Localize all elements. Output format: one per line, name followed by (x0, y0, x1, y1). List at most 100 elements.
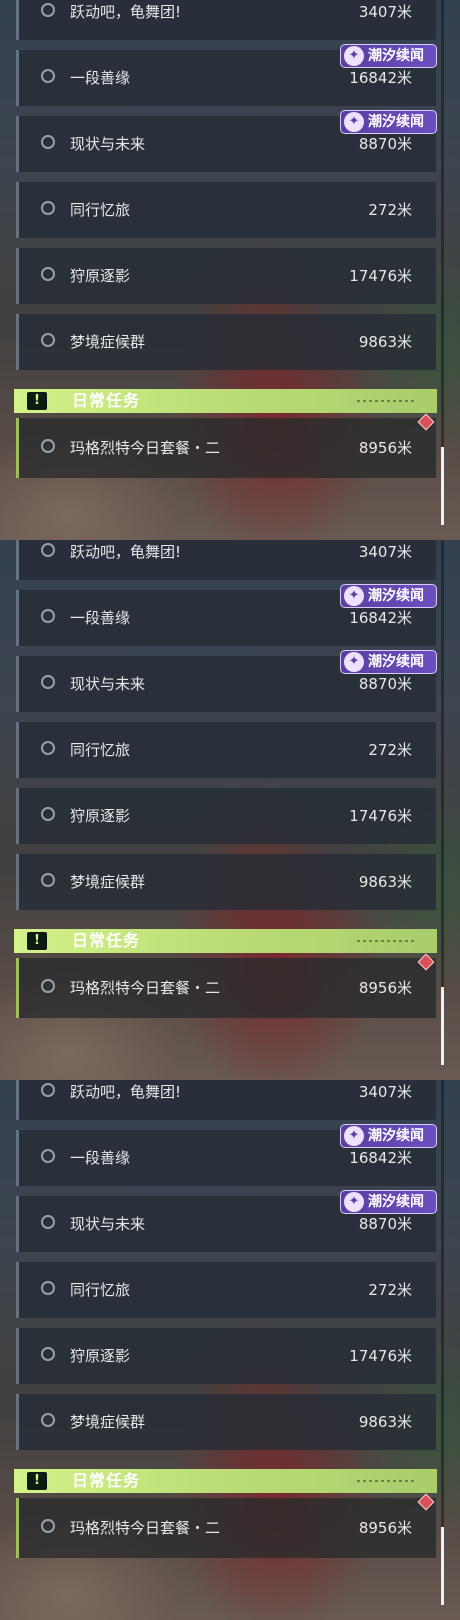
quest-radio-icon[interactable] (41, 609, 55, 623)
quest-radio-icon[interactable] (41, 1281, 55, 1295)
badge-label: 潮汐续闻 (368, 1128, 424, 1144)
scrollbar-track[interactable] (441, 1080, 444, 1604)
daily-quests-title: 日常任务 (72, 1471, 141, 1490)
quest-radio-icon[interactable] (41, 675, 55, 689)
daily-quests-title: 日常任务 (72, 391, 141, 410)
quest-radio-icon[interactable] (41, 135, 55, 149)
quest-row[interactable]: 跃动吧，龟舞团! 3407米 (16, 0, 436, 40)
quest-radio-icon[interactable] (41, 3, 55, 17)
quest-name: 现状与未来 (70, 675, 146, 693)
quest-name: 狩原逐影 (70, 267, 131, 285)
quest-radio-icon[interactable] (41, 979, 55, 993)
quest-radio-icon[interactable] (41, 873, 55, 887)
quest-distance: 9863米 (358, 873, 412, 891)
quest-distance: 3407米 (358, 1083, 412, 1101)
tide-chapter-badge: ✦ 潮汐续闻 (340, 1124, 437, 1148)
quest-radio-icon[interactable] (41, 1083, 55, 1097)
badge-label: 潮汐续闻 (368, 48, 424, 64)
quest-row[interactable]: 跃动吧，龟舞团! 3407米 (16, 540, 436, 580)
quest-distance: 9863米 (358, 1413, 412, 1431)
quest-distance: 272米 (368, 201, 412, 219)
quest-name: 跃动吧，龟舞团! (70, 1083, 182, 1101)
quest-radio-icon[interactable] (41, 543, 55, 557)
tide-swirl-icon: ✦ (344, 1192, 364, 1212)
quest-name: 狩原逐影 (70, 807, 131, 825)
scrollbar-thumb[interactable] (441, 1527, 444, 1605)
quest-name: 一段善缘 (70, 1149, 131, 1167)
header-decoration (357, 400, 417, 402)
quest-tracker-panel-2: 跃动吧，龟舞团! 3407米 一段善缘 16842米 现状与未来 8870米 同… (0, 540, 460, 1080)
tide-swirl-icon: ✦ (344, 586, 364, 606)
quest-radio-icon[interactable] (41, 201, 55, 215)
quest-row[interactable]: 梦境症候群 9863米 (16, 1394, 436, 1450)
tide-chapter-badge: ✦ 潮汐续闻 (340, 584, 437, 608)
quest-name: 玛格烈特今日套餐・二 (70, 439, 221, 457)
tide-chapter-badge: ✦ 潮汐续闻 (340, 44, 437, 68)
tide-swirl-icon: ✦ (344, 46, 364, 66)
scrollbar-track[interactable] (441, 0, 444, 524)
quest-radio-icon[interactable] (41, 807, 55, 821)
quest-name: 跃动吧，龟舞团! (70, 3, 182, 21)
quest-name: 一段善缘 (70, 69, 131, 87)
quest-name: 现状与未来 (70, 1215, 146, 1233)
quest-distance: 17476米 (349, 807, 412, 825)
daily-quest-row[interactable]: 玛格烈特今日套餐・二 8956米 (16, 418, 436, 478)
scrollbar-track[interactable] (441, 540, 444, 1064)
tide-swirl-icon: ✦ (344, 112, 364, 132)
quest-name: 玛格烈特今日套餐・二 (70, 979, 221, 997)
quest-radio-icon[interactable] (41, 1519, 55, 1533)
quest-row[interactable]: 梦境症候群 9863米 (16, 314, 436, 370)
daily-quest-row[interactable]: 玛格烈特今日套餐・二 8956米 (16, 958, 436, 1018)
quest-row[interactable]: 同行忆旅 272米 (16, 182, 436, 238)
badge-label: 潮汐续闻 (368, 588, 424, 604)
quest-distance: 3407米 (358, 3, 412, 21)
alert-icon: ! (27, 1472, 47, 1490)
quest-name: 狩原逐影 (70, 1347, 131, 1365)
quest-radio-icon[interactable] (41, 1413, 55, 1427)
quest-distance: 8956米 (358, 979, 412, 997)
quest-radio-icon[interactable] (41, 1215, 55, 1229)
alert-icon: ! (27, 392, 47, 410)
header-decoration (357, 940, 417, 942)
tide-swirl-icon: ✦ (344, 652, 364, 672)
quest-radio-icon[interactable] (41, 741, 55, 755)
quest-distance: 9863米 (358, 333, 412, 351)
tide-swirl-icon: ✦ (344, 1126, 364, 1146)
daily-quests-header: ! 日常任务 (14, 929, 437, 953)
tide-chapter-badge: ✦ 潮汐续闻 (340, 650, 437, 674)
quest-radio-icon[interactable] (41, 69, 55, 83)
daily-quests-header: ! 日常任务 (14, 389, 437, 413)
quest-distance: 17476米 (349, 1347, 412, 1365)
quest-distance: 272米 (368, 741, 412, 759)
quest-radio-icon[interactable] (41, 439, 55, 453)
quest-name: 同行忆旅 (70, 1281, 131, 1299)
quest-distance: 8956米 (358, 439, 412, 457)
badge-label: 潮汐续闻 (368, 1194, 424, 1210)
quest-tracker-panel-3: 跃动吧，龟舞团! 3407米 一段善缘 16842米 现状与未来 8870米 同… (0, 1080, 460, 1620)
quest-name: 现状与未来 (70, 135, 146, 153)
badge-label: 潮汐续闻 (368, 114, 424, 130)
daily-quests-title: 日常任务 (72, 931, 141, 950)
quest-name: 梦境症候群 (70, 873, 146, 891)
quest-distance: 17476米 (349, 267, 412, 285)
quest-row[interactable]: 狩原逐影 17476米 (16, 1328, 436, 1384)
quest-row[interactable]: 同行忆旅 272米 (16, 1262, 436, 1318)
quest-name: 同行忆旅 (70, 201, 131, 219)
daily-quest-row[interactable]: 玛格烈特今日套餐・二 8956米 (16, 1498, 436, 1558)
scrollbar-thumb[interactable] (441, 987, 444, 1065)
quest-row[interactable]: 跃动吧，龟舞团! 3407米 (16, 1080, 436, 1120)
quest-name: 梦境症候群 (70, 1413, 146, 1431)
quest-radio-icon[interactable] (41, 1347, 55, 1361)
quest-row[interactable]: 狩原逐影 17476米 (16, 248, 436, 304)
quest-row[interactable]: 同行忆旅 272米 (16, 722, 436, 778)
scrollbar-thumb[interactable] (441, 447, 444, 525)
tide-chapter-badge: ✦ 潮汐续闻 (340, 1190, 437, 1214)
quest-radio-icon[interactable] (41, 333, 55, 347)
quest-distance: 3407米 (358, 543, 412, 561)
quest-row[interactable]: 梦境症候群 9863米 (16, 854, 436, 910)
quest-name: 跃动吧，龟舞团! (70, 543, 182, 561)
quest-radio-icon[interactable] (41, 1149, 55, 1163)
alert-icon: ! (27, 932, 47, 950)
quest-radio-icon[interactable] (41, 267, 55, 281)
quest-row[interactable]: 狩原逐影 17476米 (16, 788, 436, 844)
